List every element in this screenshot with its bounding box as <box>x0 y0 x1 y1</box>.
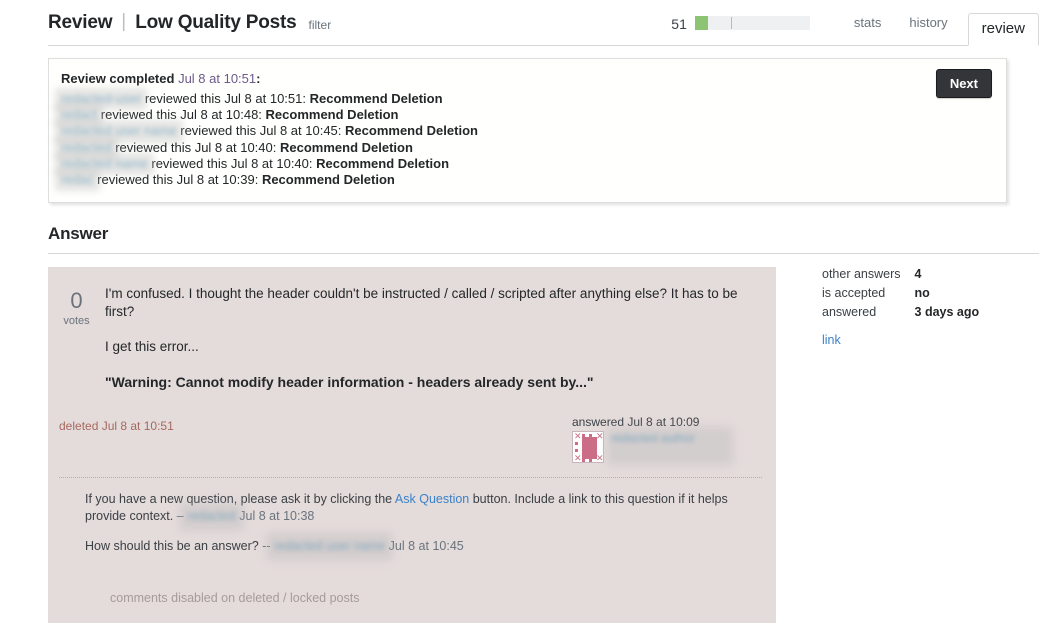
comment-date: Jul 8 at 10:45 <box>388 539 464 553</box>
meta-value: no <box>914 286 930 300</box>
review-entry: redacted-user reviewed this Jul 8 at 10:… <box>61 91 992 107</box>
reviewer-action: reviewed this Jul 8 at 10:40: <box>151 155 313 171</box>
answer-area: 0 votes I'm confused. I thought the head… <box>48 267 1039 623</box>
post-body: I'm confused. I thought the header could… <box>105 283 776 391</box>
page-title: Low Quality Posts <box>135 11 297 33</box>
comment-date: Jul 8 at 10:38 <box>239 509 315 523</box>
review-entry: redac reviewed this Jul 8 at 10:39: Reco… <box>61 172 992 188</box>
review-page: Review | Low Quality Posts filter 51 sta… <box>0 0 1047 623</box>
deleted-timestamp: deleted Jul 8 at 10:51 <box>59 419 174 433</box>
reviewer-verdict: Recommend Deletion <box>309 91 443 106</box>
breadcrumb-separator: | <box>121 10 127 32</box>
review-progress-fill <box>694 15 708 30</box>
meta-value: 4 <box>914 267 922 281</box>
answer-author-username[interactable]: redacted author <box>611 431 729 461</box>
post-signature-row: deleted Jul 8 at 10:51 answered Jul 8 at… <box>48 415 776 463</box>
answer-meta-sidebar: other answers 4 is accepted no answered … <box>776 267 1039 623</box>
review-completed-label: Review completed <box>61 71 175 86</box>
ask-question-link[interactable]: Ask Question <box>395 492 469 506</box>
breadcrumb-review[interactable]: Review <box>48 12 112 34</box>
comments-disabled-note: comments disabled on deleted / locked po… <box>110 591 360 605</box>
meta-key: is accepted <box>822 286 886 300</box>
review-completed-date: Jul 8 at 10:51 <box>178 71 257 86</box>
reviewer-verdict: Recommend Deletion <box>261 172 395 188</box>
reviewer-verdict: Recommend Deletion <box>316 155 450 171</box>
table-row: answered 3 days ago <box>822 305 979 324</box>
vote-count: 0 <box>70 288 83 313</box>
next-button[interactable]: Next <box>935 69 992 98</box>
answer-section-heading: Answer <box>48 224 1039 254</box>
reviewer-verdict: Recommend Deletion <box>265 107 399 123</box>
review-entry: redacted user name reviewed this Jul 8 a… <box>61 123 992 139</box>
review-entry-list: redacted-user reviewed this Jul 8 at 10:… <box>61 91 992 188</box>
meta-value: 3 days ago <box>914 305 980 319</box>
reviewer-verdict: Recommend Deletion <box>280 139 413 155</box>
comment-item: If you have a new question, please ask i… <box>59 487 762 534</box>
review-progress-count: 51 <box>671 15 687 32</box>
meta-key: answered <box>822 305 877 319</box>
reviewer-action: reviewed this Jul 8 at 10:45: <box>180 123 342 139</box>
vote-column: 0 votes <box>48 283 105 391</box>
header-right-group: 51 stats history review <box>671 0 1039 46</box>
tab-stats[interactable]: stats <box>840 1 895 45</box>
meta-key: other answers <box>822 267 901 281</box>
review-progress-tick <box>730 16 732 29</box>
post-paragraph: I'm confused. I thought the header could… <box>105 286 738 319</box>
reviewer-username[interactable]: redac <box>61 172 94 188</box>
tab-bar: stats history review <box>840 0 1039 46</box>
comment-item: How should this be an answer? -- redacte… <box>59 534 762 564</box>
review-entry: redact reviewed this Jul 8 at 10:48: Rec… <box>61 107 992 123</box>
comment-list: If you have a new question, please ask i… <box>59 477 762 564</box>
table-row: other answers 4 <box>822 267 979 286</box>
answer-meta-table: other answers 4 is accepted no answered … <box>822 267 979 324</box>
comment-author[interactable]: redacted user name <box>274 538 385 555</box>
page-header: Review | Low Quality Posts filter 51 sta… <box>48 0 1039 46</box>
reviewer-action: reviewed this Jul 8 at 10:39: <box>97 172 259 188</box>
filter-link[interactable]: filter <box>309 18 332 32</box>
reviewer-action: reviewed this Jul 8 at 10:51: <box>144 91 306 106</box>
comment-author[interactable]: redacted <box>187 508 236 525</box>
review-completed-header: Review completed Jul 8 at 10:51: <box>61 71 992 86</box>
deleted-answer-post: 0 votes I'm confused. I thought the head… <box>48 267 776 623</box>
comment-text-before: How should this be an answer? <box>85 539 263 553</box>
post-warning-quote: "Warning: Cannot modify header informati… <box>105 374 594 390</box>
table-row: is accepted no <box>822 286 979 305</box>
permalink-link[interactable]: link <box>822 333 841 347</box>
tab-review[interactable]: review <box>967 13 1039 46</box>
review-entry: redacted reviewed this Jul 8 at 10:40: R… <box>61 140 992 156</box>
review-progress-bar <box>694 15 810 30</box>
broken-image-icon: ✕ ✕ ✕ ✕ <box>572 431 604 463</box>
review-entry: redacted name reviewed this Jul 8 at 10:… <box>61 156 992 172</box>
answered-user-card: answered Jul 8 at 10:09 ✕ ✕ ✕ ✕ redacted… <box>572 415 762 463</box>
post-paragraph: I get this error... <box>105 339 199 354</box>
review-completed-colon: : <box>256 71 261 86</box>
reviewer-verdict: Recommend Deletion <box>345 123 478 139</box>
review-completed-box: Review completed Jul 8 at 10:51: redacte… <box>48 58 1007 204</box>
tab-history[interactable]: history <box>895 1 961 45</box>
vote-label: votes <box>63 315 90 327</box>
